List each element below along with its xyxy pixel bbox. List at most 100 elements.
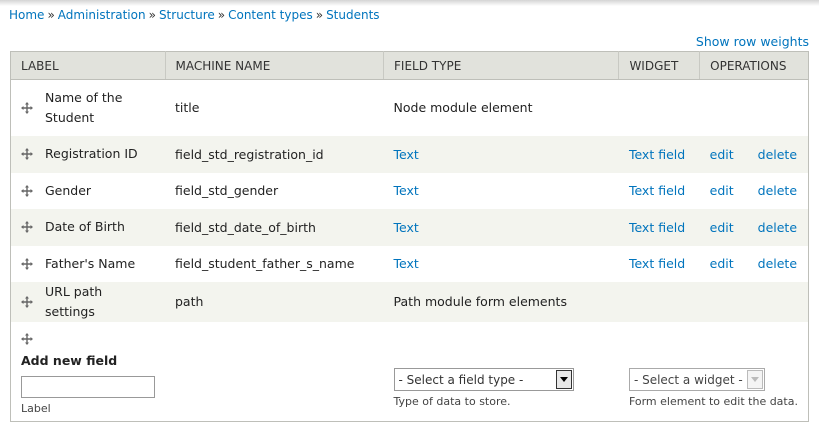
move-arrows-icon [21, 101, 33, 114]
move-arrows-icon [21, 295, 33, 308]
label-cell: URL path settings [10, 281, 165, 322]
field-type-select-value: - Select a field type - [398, 372, 524, 387]
widget-cell: Text field [618, 135, 700, 173]
field-label: Date of Birth [45, 219, 125, 234]
field-type[interactable]: Text [394, 256, 419, 271]
machine-name-cell: field_student_father_s_name [165, 245, 384, 282]
machine-name: field_std_date_of_birth [175, 219, 316, 235]
field-type: Path module form elements [393, 294, 567, 309]
edit-link[interactable]: edit [710, 183, 734, 198]
breadcrumb-content-types[interactable]: Content types [228, 8, 313, 22]
triangle-down-icon [746, 370, 763, 389]
drag-handle[interactable] [21, 220, 45, 235]
widget-link[interactable]: Text field [629, 256, 685, 271]
drag-handle[interactable] [21, 256, 45, 271]
breadcrumb-separator: » [315, 8, 324, 22]
add-new-field-title: Add new field [21, 352, 118, 368]
header-operations: OPERATIONS [699, 51, 809, 80]
edit-link[interactable]: edit [710, 147, 734, 162]
drag-handle[interactable] [21, 294, 45, 309]
widget-cell: Text field [618, 245, 700, 282]
widget-description: Form element to edit the data. [628, 395, 798, 408]
widget-link[interactable]: Text field [629, 183, 685, 198]
delete-link[interactable]: delete [758, 147, 797, 162]
field-type: Node module element [393, 100, 533, 116]
table-row: Registration ID field_std_registration_id… [10, 135, 809, 173]
drag-handle[interactable] [21, 147, 45, 162]
machine-name: path [175, 294, 204, 309]
operations-cell [699, 79, 809, 136]
move-arrows-icon [21, 148, 33, 160]
machine-name-cell: field_std_date_of_birth [165, 208, 384, 246]
field-type[interactable]: Text [394, 183, 419, 198]
machine-name-cell: path [165, 281, 384, 322]
breadcrumb-separator: » [217, 8, 226, 22]
field-type-cell: Text [383, 208, 619, 246]
breadcrumb-structure[interactable]: Structure [159, 8, 215, 22]
field-type[interactable]: Text [394, 147, 419, 162]
label-cell: Gender [10, 172, 165, 209]
widget-cell [618, 79, 700, 136]
widget-link[interactable]: Text field [629, 220, 685, 235]
operations-cell: edit delete [699, 245, 809, 282]
field-type-cell: Node module element [383, 79, 619, 136]
show-row-weights-link[interactable]: Show row weights [696, 34, 809, 49]
move-arrows-icon [21, 221, 33, 233]
machine-name-cell: field_std_gender [165, 172, 384, 209]
machine-name: field_std_gender [175, 183, 279, 198]
field-type-cell: Path module form elements [383, 281, 619, 322]
delete-link[interactable]: delete [758, 220, 797, 235]
operations-cell: edit delete [699, 172, 809, 209]
widget-cell: Text field [618, 172, 700, 209]
breadcrumb-students[interactable]: Students [326, 8, 380, 22]
move-arrows-icon [21, 184, 33, 197]
breadcrumb-separator: » [47, 8, 55, 22]
breadcrumb-administration[interactable]: Administration [58, 8, 146, 22]
field-label: Gender [45, 182, 92, 198]
field-label: Name of the Student [45, 89, 123, 125]
machine-name-cell: title [165, 79, 384, 136]
field-type-select[interactable]: - Select a field type - [393, 368, 574, 391]
machine-name: title [175, 100, 200, 116]
header-widget: WIDGET [618, 51, 701, 80]
move-arrows-icon [21, 257, 33, 270]
table-row: Father's Name field_student_father_s_name… [10, 245, 809, 282]
delete-link[interactable]: delete [758, 256, 797, 271]
widget-cell [618, 281, 700, 322]
drag-handle[interactable] [21, 183, 45, 198]
delete-link[interactable]: delete [758, 183, 797, 198]
table-row: Gender field_std_gender Text Text field edit… [10, 172, 809, 209]
field-type-cell: Text [383, 172, 619, 209]
label-cell: Name of the Student [10, 79, 165, 136]
operations-cell [699, 281, 809, 322]
table-header-row: LABEL MACHINE NAME FIELD TYPE WIDGET OPE… [10, 51, 809, 80]
widget-link[interactable]: Text field [629, 147, 685, 162]
edit-link[interactable]: edit [710, 220, 734, 235]
widget-select-value: - Select a widget - [633, 372, 743, 387]
drag-handle[interactable] [21, 332, 155, 347]
label-cell: Date of Birth [10, 208, 165, 246]
label-cell: Registration ID [10, 135, 165, 173]
new-field-label-caption: Label [21, 401, 51, 415]
add-new-field-row: Add new field Label - Select a field typ… [10, 321, 809, 421]
breadcrumb-separator: » [148, 8, 156, 22]
field-type-cell: Text [383, 135, 619, 173]
field-type-cell: Text [383, 245, 619, 282]
field-type[interactable]: Text [394, 220, 419, 235]
machine-name-cell: field_std_registration_id [165, 135, 384, 173]
operations-cell: edit delete [699, 208, 809, 246]
header-label: LABEL [10, 51, 166, 80]
label-cell: Father's Name [10, 245, 165, 282]
edit-link[interactable]: edit [710, 256, 734, 271]
breadcrumb-home[interactable]: Home [9, 8, 44, 22]
machine-name: field_student_father_s_name [175, 256, 355, 271]
manage-fields-table: LABEL MACHINE NAME FIELD TYPE WIDGET OPE… [10, 51, 809, 422]
drag-handle[interactable] [21, 100, 45, 115]
breadcrumb: Home» Administration» Structure» Content ty… [9, 8, 380, 22]
new-field-label-input[interactable] [21, 375, 155, 398]
widget-cell: Text field [618, 208, 700, 246]
field-label: URL path settings [45, 283, 103, 319]
widget-select[interactable]: - Select a widget - [628, 368, 765, 391]
table-row: Date of Birth field_std_date_of_birth Text… [10, 208, 809, 246]
field-label: Registration ID [45, 146, 138, 161]
